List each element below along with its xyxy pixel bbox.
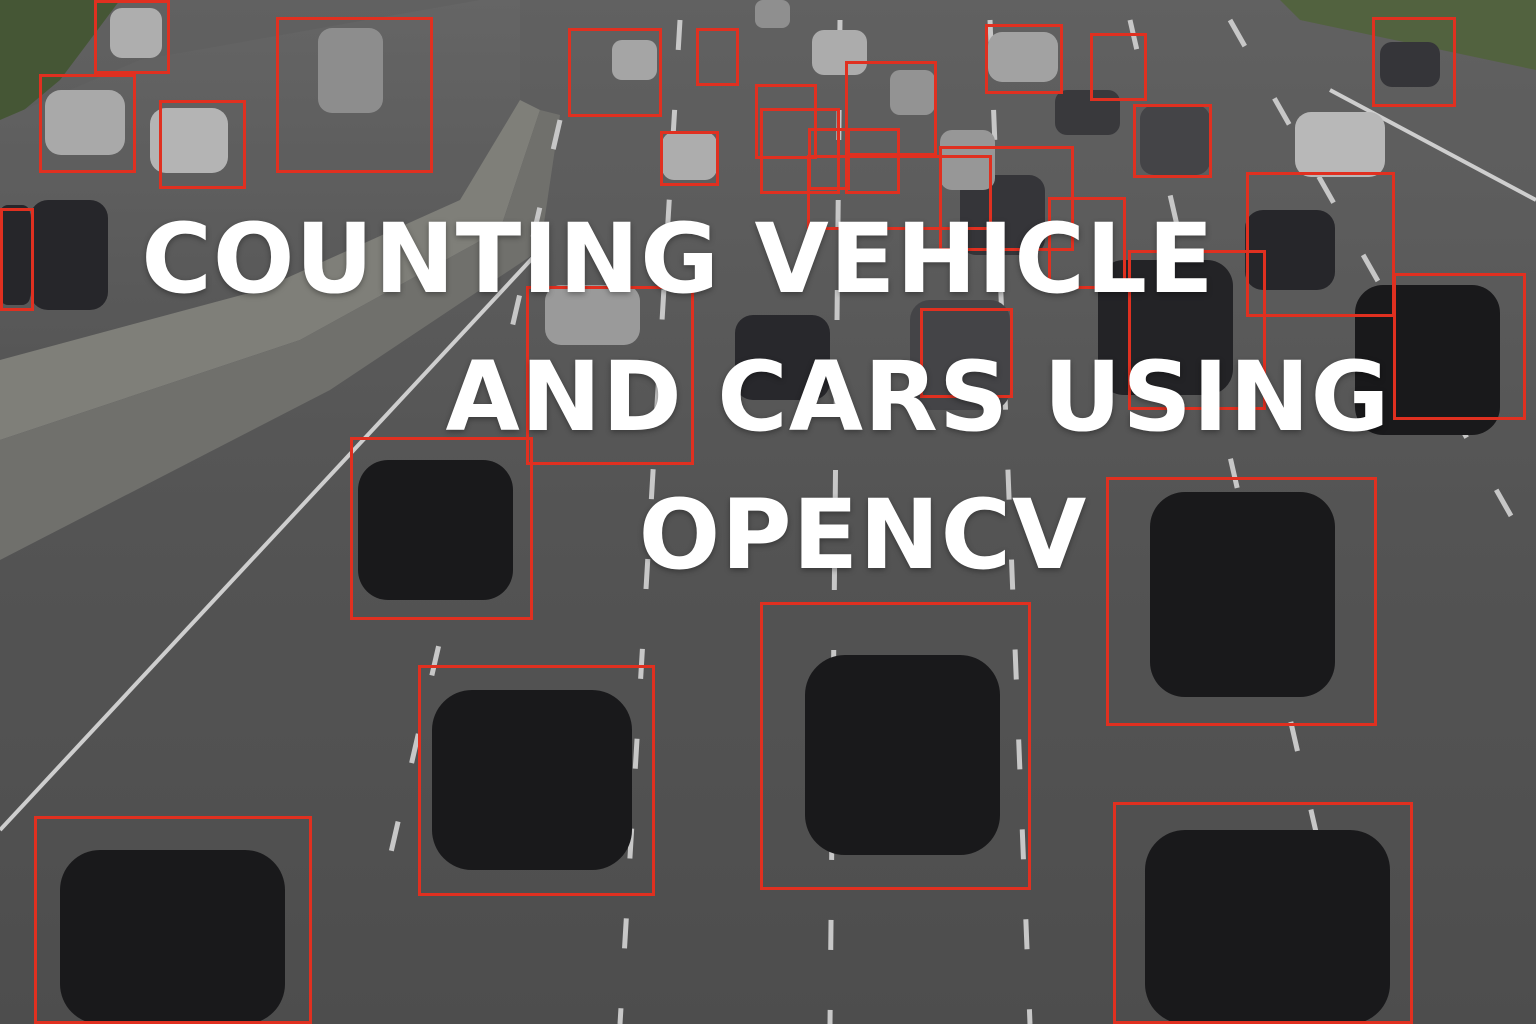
detection-box [760,602,1031,890]
detection-box [39,74,136,173]
detection-box [94,0,170,74]
detection-box [985,24,1063,94]
detection-box [1372,17,1456,107]
headline-line-1: COUNTING VEHICLE [141,203,1215,315]
detection-box [34,816,312,1024]
detection-box [159,100,246,189]
detection-box [1113,802,1413,1024]
detection-box [696,28,739,86]
headline-line-2: AND CARS USING [445,341,1391,453]
detection-box [418,665,655,896]
detection-box [1133,104,1212,178]
detection-box [568,28,662,117]
headline: COUNTING VEHICLE AND CARS USING OPENCV [0,190,1536,604]
detection-box [276,17,433,173]
detection-box [1090,33,1147,101]
thumbnail-scene: COUNTING VEHICLE AND CARS USING OPENCV [0,0,1536,1024]
headline-line-3: OPENCV [638,479,1088,591]
detection-box [660,131,719,186]
